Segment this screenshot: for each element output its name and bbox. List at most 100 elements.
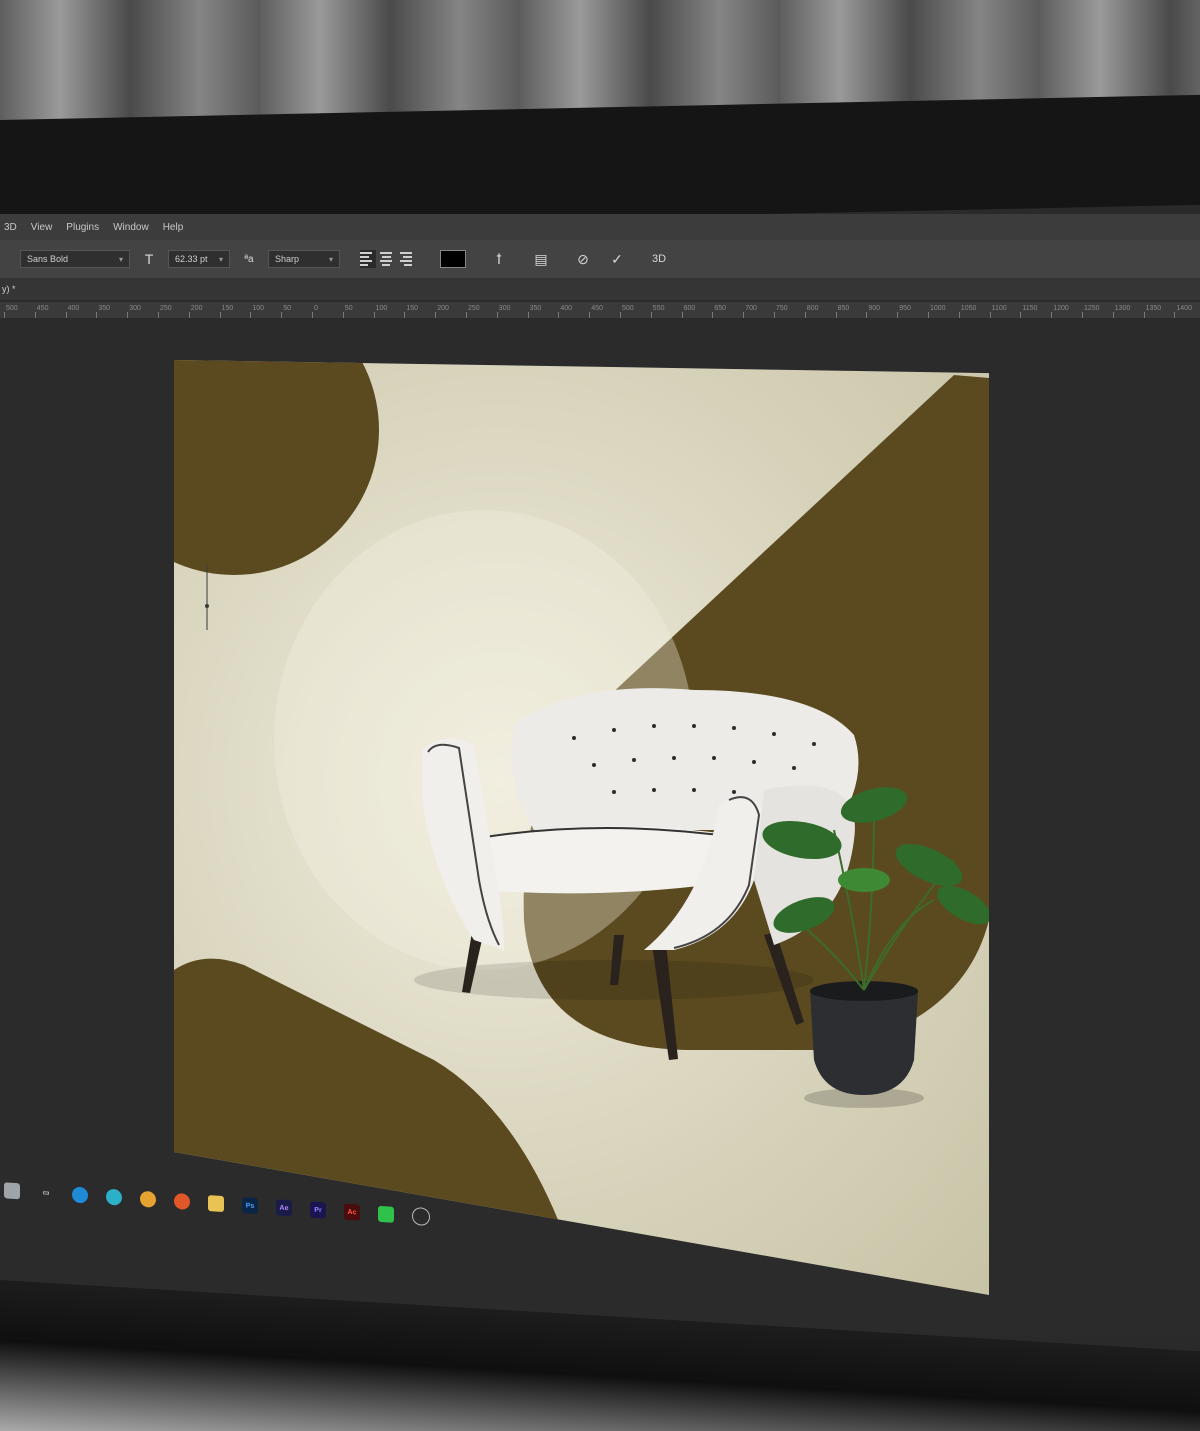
ruler-label: 600 <box>683 305 696 312</box>
photoshop-icon[interactable]: Ps <box>242 1197 258 1215</box>
text-color-swatch[interactable] <box>440 250 466 268</box>
commit-check-icon[interactable]: ✓ <box>608 250 626 268</box>
chrome-icon[interactable] <box>140 1190 156 1208</box>
ruler-tick <box>312 312 313 318</box>
green-app-icon[interactable] <box>378 1205 394 1223</box>
align-left-button[interactable] <box>360 250 376 268</box>
ruler-label: 700 <box>745 305 757 312</box>
ruler-tick <box>712 312 714 318</box>
ruler-tick <box>250 312 252 318</box>
chevron-down-icon: ▾ <box>328 254 333 264</box>
ruler-label: 100 <box>252 305 265 312</box>
ruler-label: 750 <box>776 305 788 312</box>
ruler-label: 650 <box>714 305 727 312</box>
ruler-tick <box>127 312 129 318</box>
ruler-tick <box>681 312 683 318</box>
firefox-icon[interactable] <box>174 1192 190 1210</box>
ruler-tick <box>96 312 98 318</box>
task-view-icon[interactable]: ▭ <box>38 1184 54 1201</box>
ruler-label: 0 <box>314 305 318 312</box>
after-effects-icon[interactable]: Ae <box>276 1199 292 1217</box>
ruler-tick <box>928 312 929 318</box>
document-tab[interactable]: y) * <box>2 284 16 294</box>
ruler-label: 1050 <box>960 305 977 312</box>
ruler-label: 350 <box>98 305 111 312</box>
antialias-dropdown[interactable]: Sharp ▾ <box>268 250 340 268</box>
explorer-icon[interactable] <box>4 1182 20 1200</box>
ruler-tick <box>589 312 591 318</box>
ruler-tick <box>342 312 344 318</box>
menu-item-help[interactable]: Help <box>163 222 184 233</box>
ruler-tick <box>1112 312 1114 318</box>
ruler-label: 100 <box>375 305 388 312</box>
edge-icon[interactable] <box>72 1186 88 1204</box>
ruler-label: 50 <box>344 305 353 312</box>
ruler-tick <box>866 312 868 318</box>
canvas-artboard <box>174 360 989 1295</box>
ruler-label: 500 <box>6 305 18 312</box>
font-style-value: Sans Bold <box>27 254 69 264</box>
ruler-label: 800 <box>806 305 819 312</box>
ruler-tick <box>435 312 437 318</box>
menu-item-plugins[interactable]: Plugins <box>66 222 99 233</box>
ruler-tick <box>989 312 991 318</box>
ruler-tick <box>4 312 5 318</box>
align-center-button[interactable] <box>380 250 396 268</box>
align-right-button[interactable] <box>400 250 416 268</box>
ruler-tick <box>958 312 960 318</box>
ruler-label: 350 <box>529 305 542 312</box>
3d-icon[interactable]: 3D <box>650 250 668 268</box>
ruler-tick <box>1051 312 1053 318</box>
circle-app-icon[interactable] <box>412 1206 430 1227</box>
ruler-label: 1350 <box>1145 305 1162 312</box>
ruler-label: 1400 <box>1176 305 1192 312</box>
ruler-label: 250 <box>160 305 172 312</box>
ruler-label: 1200 <box>1053 305 1069 312</box>
ruler-tick <box>527 312 529 318</box>
ruler-label: 950 <box>899 305 911 312</box>
edge-dev-icon[interactable] <box>106 1188 122 1206</box>
ruler-tick <box>897 312 899 318</box>
text-cursor-marker <box>205 565 209 630</box>
menu-item-3d[interactable]: 3D <box>4 222 17 233</box>
ruler-label: 400 <box>560 305 573 312</box>
menu-item-view[interactable]: View <box>31 222 53 233</box>
menu-item-window[interactable]: Window <box>113 222 149 233</box>
olive-circle-shape <box>174 360 379 575</box>
artwork-graphic <box>174 360 989 1295</box>
horizontal-ruler: 500 450 400 350 300 250 200 150 100 50 0 50 100 150 20… <box>0 302 1200 319</box>
ruler-label: 1150 <box>1022 305 1038 312</box>
folder-icon[interactable] <box>208 1195 224 1213</box>
ruler-tick <box>34 312 36 318</box>
font-style-dropdown[interactable]: Sans Bold ▾ <box>20 250 130 268</box>
ruler-label: 300 <box>129 305 141 312</box>
ruler-label: 1250 <box>1084 305 1100 312</box>
antialias-icon: ªa <box>244 253 254 265</box>
ruler-tick <box>373 312 375 318</box>
ruler-label: 1100 <box>991 305 1007 312</box>
acrobat-icon[interactable]: Ac <box>344 1203 360 1221</box>
acrobat-label: Ac <box>347 1208 357 1216</box>
premiere-label: Pr <box>314 1206 322 1214</box>
ruler-label: 150 <box>221 305 234 312</box>
ruler-tick <box>281 312 283 318</box>
ruler-tick <box>1143 312 1145 318</box>
font-size-dropdown[interactable]: 62.33 pt ▾ <box>168 250 230 268</box>
ruler-tick <box>620 312 621 318</box>
ruler-tick <box>466 312 467 318</box>
ruler-label: 450 <box>591 305 603 312</box>
ruler-label: 200 <box>437 305 449 312</box>
ruler-tick <box>558 312 560 318</box>
ruler-tick <box>835 312 837 318</box>
ruler-label: 850 <box>837 305 850 312</box>
ruler-tick <box>1020 312 1022 318</box>
font-size-icon: T <box>144 251 154 267</box>
cancel-icon[interactable]: ⊘ <box>574 250 592 268</box>
ruler-label: 900 <box>868 305 881 312</box>
premiere-icon[interactable]: Pr <box>310 1201 326 1219</box>
warp-text-icon[interactable]: ꝉ <box>490 250 508 268</box>
ruler-label: 200 <box>190 305 203 312</box>
ruler-tick <box>1082 312 1083 318</box>
ruler-tick <box>1174 312 1176 318</box>
character-panel-icon[interactable]: ▤ <box>532 250 550 268</box>
